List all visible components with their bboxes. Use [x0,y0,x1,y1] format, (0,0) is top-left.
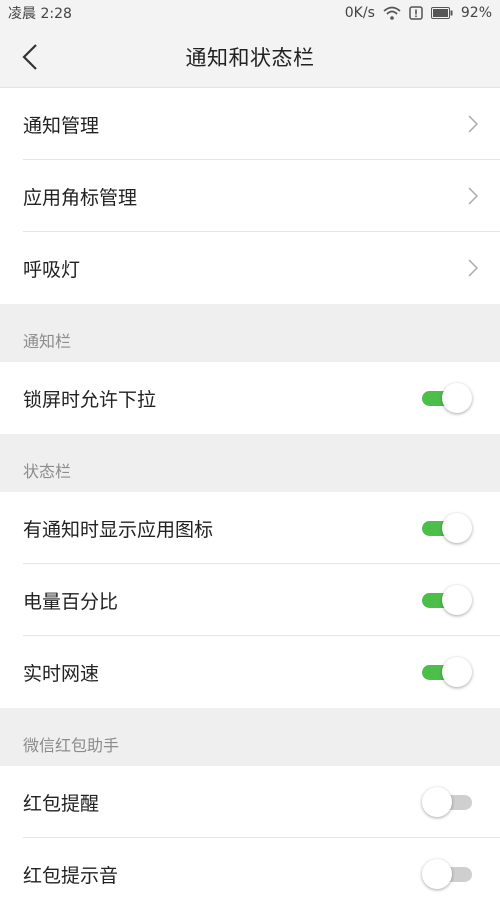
show-app-icon-item: 有通知时显示应用图标 [0,492,500,564]
list-item-label: 红包提示音 [23,864,119,887]
red-packet-sound-toggle[interactable] [422,859,472,889]
battery-icon [430,7,453,19]
list-item-label: 锁屏时允许下拉 [23,388,157,411]
page-title: 通知和状态栏 [185,45,315,70]
breathing-light-item[interactable]: 呼吸灯 [0,232,500,304]
app-badge-management-item[interactable]: 应用角标管理 [0,160,500,232]
app-header: 通知和状态栏 [0,26,500,88]
list-item-label: 实时网速 [23,662,100,685]
list-item-label: 应用角标管理 [23,186,138,209]
status-indicators: 0K/s 92% [345,5,492,21]
battery-percentage-toggle[interactable] [422,585,472,615]
lockscreen-pulldown-item: 锁屏时允许下拉 [0,362,500,434]
list-item-label: 通知管理 [23,114,100,137]
network-speed: 0K/s [344,5,375,21]
chevron-right-icon [468,259,478,277]
wifi-icon [383,6,401,20]
realtime-network-speed-toggle[interactable] [422,657,472,687]
section-header-red-packet: 微信红包助手 [0,708,500,766]
list-item-label: 呼吸灯 [23,258,81,281]
section-header-notification-bar: 通知栏 [0,304,500,362]
red-packet-reminder-item: 红包提醒 [0,766,500,838]
chevron-right-icon [468,187,478,205]
alert-icon [409,6,423,20]
realtime-network-speed-item: 实时网速 [0,636,500,708]
back-button[interactable] [12,37,48,77]
red-packet-sound-item: 红包提示音 [0,838,500,910]
show-app-icon-toggle[interactable] [422,513,472,543]
red-packet-reminder-toggle[interactable] [422,787,472,817]
chevron-left-icon [22,43,37,70]
battery-percentage-item: 电量百分比 [0,564,500,636]
status-time: 凌晨 2:28 [8,6,72,22]
status-bar: 凌晨 2:28 0K/s 92% [0,0,500,26]
battery-percent: 92% [460,5,492,21]
chevron-right-icon [468,115,478,133]
lockscreen-pulldown-toggle[interactable] [422,383,472,413]
list-item-label: 电量百分比 [23,590,119,613]
notification-management-item[interactable]: 通知管理 [0,88,500,160]
list-item-label: 红包提醒 [23,792,100,815]
section-header-status-bar: 状态栏 [0,434,500,492]
list-item-label: 有通知时显示应用图标 [23,518,214,541]
